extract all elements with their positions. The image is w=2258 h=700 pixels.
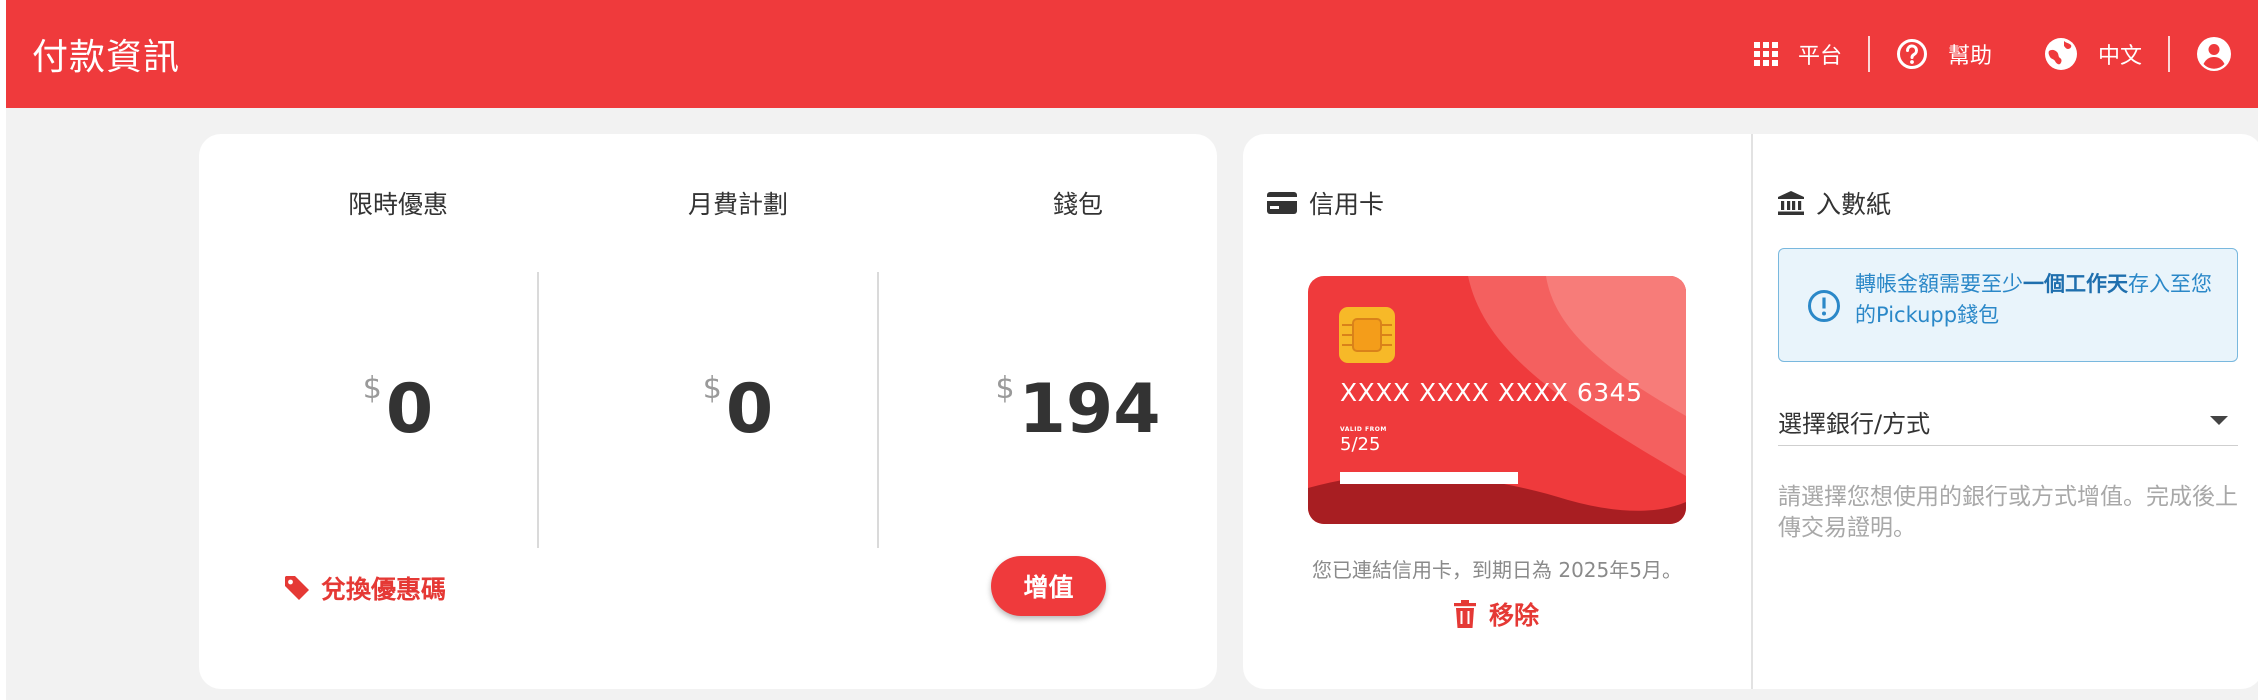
column-divider (877, 272, 879, 548)
remove-card-label: 移除 (1489, 601, 1540, 630)
card-linked-note: 您已連結信用卡，到期日為 2025年5月。 (1312, 558, 1682, 582)
help-menu[interactable]: 幫助 (1870, 0, 2018, 108)
app-header: 付款資訊 平台 幫助 中文 (6, 0, 2258, 108)
panel-divider (1751, 134, 1753, 689)
help-circle-icon (1896, 38, 1928, 70)
plan-value: 0 (725, 370, 774, 449)
platform-menu[interactable]: 平台 (1728, 0, 1868, 108)
balance-card: 限時優惠 $0 月費計劃 $0 錢包 $194 兌換優惠碼 增值 (199, 134, 1217, 689)
remove-card-button[interactable]: 移除 (1453, 596, 1539, 632)
plan-column: 月費計劃 $0 (568, 134, 908, 689)
payment-methods-card: 信用卡 XXXX XXXX XXXX 6345 VALID FROM 5/25 … (1243, 134, 2258, 689)
header-nav: 平台 幫助 中文 (1728, 0, 2258, 108)
promo-amount: $0 (228, 370, 568, 449)
card-signature-strip (1340, 472, 1518, 484)
tag-icon (283, 574, 311, 602)
valid-from-label: VALID FROM (1340, 426, 1387, 433)
globe-icon (2044, 37, 2078, 71)
account-menu[interactable] (2170, 0, 2258, 108)
top-up-button[interactable]: 增值 (991, 556, 1106, 616)
promo-value: 0 (385, 370, 434, 449)
currency-symbol: $ (995, 371, 1015, 406)
chip-icon (1339, 307, 1395, 363)
wallet-amount: $194 (908, 370, 1248, 449)
platform-label: 平台 (1797, 44, 1842, 69)
bank-method-hint: 請選擇您想使用的銀行或方式增值。完成後上傳交易證明。 (1778, 484, 2238, 541)
wallet-value: 194 (1018, 370, 1161, 449)
dropdown-arrow-icon (2210, 416, 2228, 425)
redeem-coupon-link[interactable]: 兌換優惠碼 (283, 570, 446, 606)
credit-card-heading: 信用卡 (1267, 185, 1384, 221)
bank-slip-heading: 入數紙 (1778, 185, 1891, 221)
bank-method-placeholder: 選擇銀行/方式 (1778, 410, 1931, 438)
transfer-info-alert: 轉帳金額需要至少一個工作天存入至您的Pickupp錢包 (1778, 248, 2238, 362)
account-circle-icon (2196, 36, 2232, 72)
plan-label: 月費計劃 (687, 190, 788, 219)
card-number: XXXX XXXX XXXX 6345 (1340, 378, 1643, 407)
redeem-coupon-label: 兌換優惠碼 (321, 575, 447, 604)
credit-card-title: 信用卡 (1309, 190, 1385, 219)
credit-card-visual: XXXX XXXX XXXX 6345 VALID FROM 5/25 (1308, 276, 1686, 524)
transfer-info-text: 轉帳金額需要至少一個工作天存入至您的Pickupp錢包 (1855, 269, 2227, 331)
plan-amount: $0 (568, 370, 908, 449)
page-title: 付款資訊 (32, 37, 181, 78)
language-label: 中文 (2097, 44, 2142, 69)
currency-symbol: $ (362, 371, 382, 406)
credit-card-icon (1267, 192, 1297, 214)
card-expiry: 5/25 (1340, 434, 1381, 455)
apps-grid-icon (1753, 42, 1778, 66)
help-label: 幫助 (1947, 44, 1992, 69)
language-menu[interactable]: 中文 (2018, 0, 2168, 108)
trash-icon (1453, 600, 1477, 628)
currency-symbol: $ (702, 371, 722, 406)
column-divider (537, 272, 539, 548)
info-text-start: 轉帳金額需要至少 (1855, 272, 2023, 296)
wallet-label: 錢包 (1052, 190, 1103, 219)
bank-icon (1778, 191, 1804, 215)
bank-method-select[interactable]: 選擇銀行/方式 (1778, 400, 2238, 446)
promo-label: 限時優惠 (347, 190, 448, 219)
info-circle-icon (1807, 289, 1841, 323)
info-text-bold: 一個工作天 (2023, 272, 2128, 296)
bank-slip-title: 入數紙 (1816, 190, 1892, 219)
